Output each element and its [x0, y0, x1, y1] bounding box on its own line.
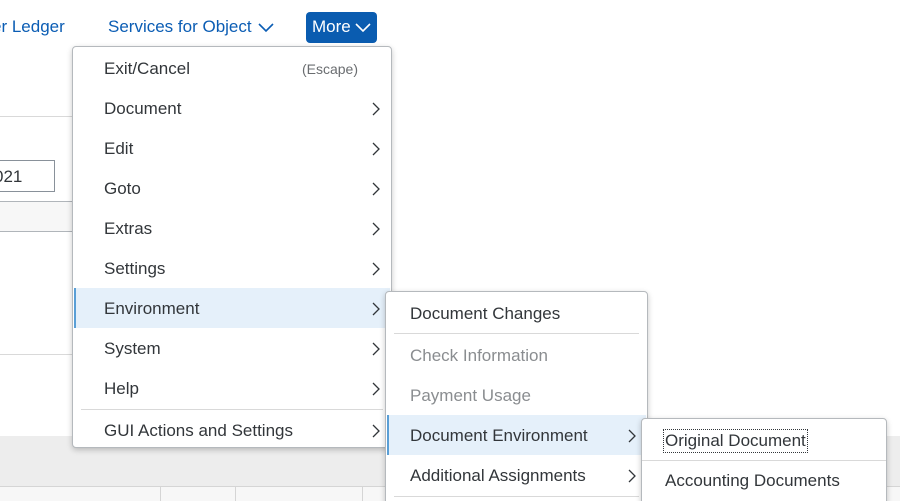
menu-item-settings[interactable]: Settings: [74, 248, 390, 288]
more-button-label: More: [312, 17, 351, 36]
menu-item-label: Exit/Cancel: [104, 59, 190, 78]
menu-item-environment[interactable]: Environment: [74, 288, 390, 328]
menu-item-document-changes[interactable]: Document Changes: [387, 293, 646, 333]
divider: [0, 354, 80, 355]
menu-separator: [394, 333, 639, 334]
toolbar: er Ledger Services for Object More: [0, 0, 900, 52]
shortcut-hint: (Escape): [301, 61, 358, 77]
menu-item-payment-usage[interactable]: Payment Usage: [387, 375, 646, 415]
menu-item-gui-actions-and-settings[interactable]: GUI Actions and Settings: [74, 410, 390, 450]
more-button[interactable]: More: [306, 12, 377, 43]
column-divider: [235, 486, 236, 501]
chevron-right-icon: [371, 181, 381, 196]
chevron-right-icon: [371, 101, 381, 116]
menu-item-label: Settings: [104, 259, 166, 278]
menu-item-edit[interactable]: Edit: [74, 128, 390, 168]
menu-item-label: Original Document: [663, 429, 808, 453]
more-menu: Exit/Cancel (Escape) Document Edit Goto …: [72, 46, 392, 448]
services-for-object-menu[interactable]: Services for Object: [108, 17, 274, 38]
menu-item-label: Goto: [104, 179, 141, 198]
menu-item-label: Payment Usage: [410, 386, 531, 405]
chevron-right-icon: [371, 301, 381, 316]
menu-item-label: Document Environment: [410, 426, 588, 445]
menu-item-label: GUI Actions and Settings: [104, 421, 293, 440]
menu-item-accounting-documents[interactable]: Accounting Documents: [643, 460, 885, 500]
fiscal-year-field[interactable]: 021: [0, 160, 55, 192]
column-divider: [362, 486, 363, 501]
menu-item-label: Additional Assignments: [410, 466, 586, 485]
menu-item-additional-assignments[interactable]: Additional Assignments: [387, 455, 646, 495]
column-divider: [160, 486, 161, 501]
menu-item-label: Check Information: [410, 346, 548, 365]
menu-item-document-environment[interactable]: Document Environment: [387, 415, 646, 455]
menu-item-label: System: [104, 339, 161, 358]
menu-item-document[interactable]: Document: [74, 88, 390, 128]
menu-item-label: Document: [104, 99, 182, 118]
menu-item-goto[interactable]: Goto: [74, 168, 390, 208]
menu-item-label: Accounting Documents: [665, 471, 840, 490]
menu-item-label: Help: [104, 379, 139, 398]
document-environment-submenu: Original Document Accounting Documents: [641, 418, 887, 501]
chevron-right-icon: [371, 141, 381, 156]
chevron-down-icon: [258, 18, 274, 38]
environment-submenu: Document Changes Check Information Payme…: [385, 291, 648, 501]
fiscal-year-value: 021: [0, 167, 23, 186]
chevron-right-icon: [627, 468, 637, 483]
ledger-link[interactable]: er Ledger: [0, 17, 65, 37]
menu-separator: [394, 496, 639, 497]
chevron-right-icon: [371, 221, 381, 236]
input-bar: [0, 201, 74, 232]
menu-item-label: Environment: [104, 299, 200, 318]
chevron-down-icon: [355, 18, 371, 38]
menu-item-exit-cancel[interactable]: Exit/Cancel (Escape): [74, 48, 390, 88]
menu-item-label: Edit: [104, 139, 134, 158]
menu-item-check-information[interactable]: Check Information: [387, 335, 646, 375]
menu-item-system[interactable]: System: [74, 328, 390, 368]
services-for-object-label: Services for Object: [108, 17, 252, 36]
chevron-right-icon: [627, 428, 637, 443]
menu-item-label: Document Changes: [410, 304, 561, 323]
menu-item-extras[interactable]: Extras: [74, 208, 390, 248]
chevron-right-icon: [371, 261, 381, 276]
chevron-right-icon: [371, 341, 381, 356]
menu-item-original-document[interactable]: Original Document: [643, 420, 885, 460]
chevron-right-icon: [371, 423, 381, 438]
menu-item-help[interactable]: Help: [74, 368, 390, 408]
divider: [0, 116, 80, 117]
chevron-right-icon: [371, 381, 381, 396]
menu-item-label: Extras: [104, 219, 153, 238]
